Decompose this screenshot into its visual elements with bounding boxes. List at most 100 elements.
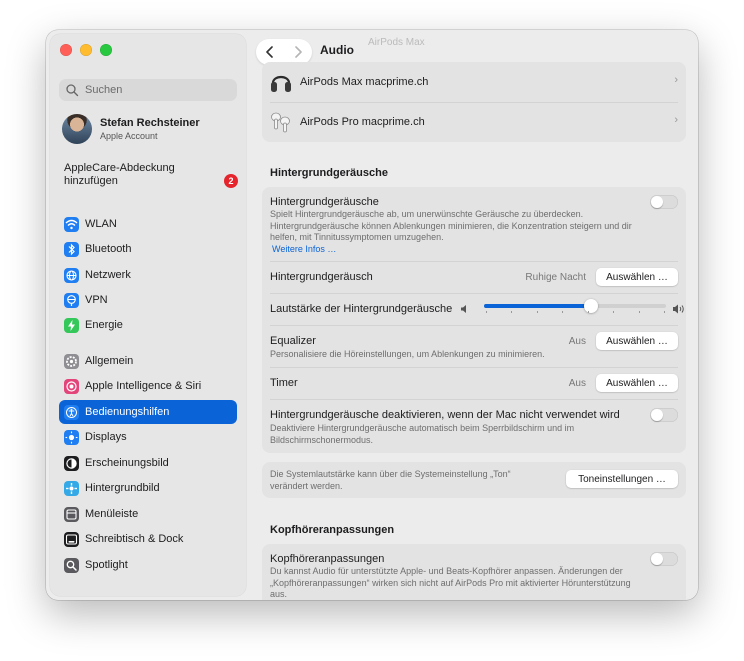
section-title-headphone: Kopfhöreranpassungen — [270, 524, 395, 536]
account-name: Stefan Rechsteiner — [100, 117, 200, 129]
device-row[interactable]: AirPods Max macprime.ch › — [262, 62, 686, 102]
deactivate-label: Hintergrundgeräusche deaktivieren, wenn … — [270, 409, 620, 421]
device-name: AirPods Pro macprime.ch — [300, 116, 425, 128]
sidebar: Stefan Rechsteiner Apple Account AppleCa… — [50, 34, 246, 596]
sidebar-item-label: Spotlight — [85, 559, 128, 571]
sidebar-item-label: Erscheinungsbild — [85, 457, 169, 469]
slider-tick — [587, 311, 589, 313]
sidebar-item-bedienungshilfen[interactable]: Bedienungshilfen — [59, 400, 237, 424]
sidebar-item-hintergrundbild[interactable]: Hintergrundbild — [59, 476, 237, 500]
deactivate-toggle[interactable] — [650, 408, 678, 422]
chevron-right-icon: › — [674, 74, 678, 86]
chevron-left-icon — [266, 46, 273, 58]
sidebar-item-label: Allgemein — [85, 355, 134, 367]
sound-settings-button[interactable]: Toneinstellungen … — [566, 470, 678, 488]
device-name: AirPods Max macprime.ch — [300, 76, 429, 88]
background-sounds-toggle[interactable] — [650, 195, 678, 209]
slider-tick — [664, 311, 665, 313]
bluetooth-icon — [64, 241, 79, 257]
sidebar-item-wlan[interactable]: WLAN — [59, 212, 237, 236]
menubar-icon — [64, 506, 79, 522]
settings-window: Stefan Rechsteiner Apple Account AppleCa… — [46, 30, 698, 600]
headphone-card: Kopfhöreranpassungen Du kannst Audio für… — [262, 544, 686, 600]
background-sounds-card: Hintergrundgeräusche Spielt Hintergrundg… — [262, 187, 686, 453]
slider-tick — [536, 311, 538, 313]
page-title: Audio — [320, 43, 354, 57]
gear-icon — [64, 353, 79, 369]
sidebar-item-label: WLAN — [85, 218, 117, 230]
airpods-max-icon — [271, 75, 291, 92]
zoom-window-button[interactable] — [100, 44, 112, 56]
deactivate-description: Deaktiviere Hintergrundgeräusche automat… — [270, 423, 575, 445]
sidebar-item-menüleiste[interactable]: Menüleiste — [59, 502, 237, 526]
sidebar-item-label: Menüleiste — [85, 508, 139, 520]
sidebar-item-displays[interactable]: Displays — [59, 425, 237, 449]
devices-card: AirPods Max macprime.ch › AirPods Pro ma… — [262, 62, 686, 142]
system-volume-text: Die Systemlautstärke kann über die Syste… — [270, 469, 511, 491]
battery-icon — [64, 317, 79, 333]
background-sound-label: Hintergrundgeräusch — [270, 271, 373, 283]
sidebar-item-label: Apple Intelligence & Siri — [85, 380, 202, 392]
appearance-icon — [64, 455, 79, 471]
wifi-icon — [64, 216, 79, 232]
minimize-window-button[interactable] — [80, 44, 92, 56]
notification-badge: 2 — [224, 174, 238, 188]
airpods-pro-icon — [271, 112, 290, 133]
sidebar-item-label: VPN — [85, 294, 108, 306]
main-pane: AirPods Max Audio AirPods Max macprime.c — [250, 30, 698, 600]
slider-tick — [613, 311, 615, 313]
choose-timer-button[interactable]: Auswählen … — [596, 374, 678, 392]
equalizer-value: Aus — [568, 336, 586, 347]
equalizer-label: Equalizer — [270, 335, 316, 347]
close-window-button[interactable] — [60, 44, 72, 56]
background-sounds-description: Spielt Hintergrundgeräusche ab, um unerw… — [270, 209, 632, 242]
sidebar-item-energie[interactable]: Energie — [59, 313, 237, 337]
headphone-toggle[interactable] — [650, 552, 678, 566]
sidebar-item-bluetooth[interactable]: Bluetooth — [59, 237, 237, 261]
sidebar-item-label: Bluetooth — [85, 243, 132, 255]
sidebar-item-netzwerk[interactable]: Netzwerk — [59, 263, 237, 287]
slider-tick — [511, 311, 513, 313]
sidebar-item-label: Schreibtisch & Dock — [85, 533, 184, 545]
applecare-label: AppleCare-Abdeckung hinzufügen — [64, 162, 175, 187]
volume-slider-knob[interactable] — [584, 299, 599, 313]
slider-tick — [486, 311, 487, 313]
applecare-item[interactable]: AppleCare-Abdeckung hinzufügen 2 — [64, 162, 238, 188]
speaker-low-icon — [461, 305, 466, 313]
spotlight-icon — [64, 557, 79, 573]
sidebar-item-label: Bedienungshilfen — [85, 406, 170, 418]
scrolled-ghost-title: AirPods Max — [368, 37, 425, 48]
choose-equalizer-button[interactable]: Auswählen … — [596, 332, 678, 350]
sidebar-item-spotlight[interactable]: Spotlight — [59, 553, 237, 577]
timer-label: Timer — [270, 377, 298, 389]
slider-tick — [562, 311, 564, 313]
sidebar-item-vpn[interactable]: VPN — [59, 288, 237, 312]
more-info-link[interactable]: Weitere Infos … — [272, 244, 336, 254]
headphone-title: Kopfhöreranpassungen — [270, 553, 385, 565]
search-field[interactable] — [59, 79, 237, 101]
sidebar-item-apple-intelligence-siri[interactable]: Apple Intelligence & Siri — [59, 374, 237, 398]
headphone-description: Du kannst Audio für unterstützte Apple- … — [270, 566, 631, 599]
apple-account[interactable]: Stefan Rechsteiner Apple Account — [62, 114, 200, 144]
sidebar-item-schreibtisch-dock[interactable]: Schreibtisch & Dock — [59, 527, 237, 551]
sidebar-item-label: Displays — [85, 431, 127, 443]
background-sounds-title: Hintergrundgeräusche — [270, 196, 379, 208]
search-input[interactable] — [83, 83, 237, 97]
globe-icon — [64, 267, 79, 283]
sidebar-item-erscheinungsbild[interactable]: Erscheinungsbild — [59, 451, 237, 475]
chevron-right-icon: › — [674, 114, 678, 126]
system-volume-card: Die Systemlautstärke kann über die Syste… — [262, 462, 686, 498]
wallpaper-icon — [64, 480, 79, 496]
sidebar-item-label: Hintergrundbild — [85, 482, 160, 494]
volume-slider[interactable] — [262, 293, 686, 325]
account-subtitle: Apple Account — [100, 131, 158, 141]
vpn-globe-icon — [64, 292, 79, 308]
device-row[interactable]: AirPods Pro macprime.ch › — [262, 102, 686, 142]
sun-icon — [64, 429, 79, 445]
slider-tick — [638, 311, 640, 313]
choose-sound-button[interactable]: Auswählen … — [596, 268, 678, 286]
sidebar-item-allgemein[interactable]: Allgemein — [59, 349, 237, 373]
section-title-background-sounds: Hintergrundgeräusche — [270, 167, 388, 179]
avatar — [62, 114, 92, 144]
timer-value: Aus — [568, 378, 586, 389]
